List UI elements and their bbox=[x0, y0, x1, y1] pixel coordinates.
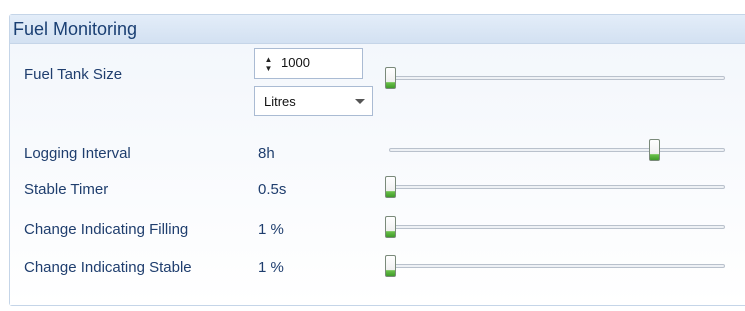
change-stable-value: 1 % bbox=[258, 259, 284, 276]
stable-timer-label: Stable Timer bbox=[24, 181, 109, 198]
spin-up-down-icon[interactable]: ▲ ▼ bbox=[264, 55, 273, 73]
slider-track[interactable] bbox=[385, 225, 725, 229]
slider-thumb[interactable] bbox=[385, 176, 396, 198]
change-filling-value: 1 % bbox=[258, 221, 284, 238]
slider-thumb[interactable] bbox=[385, 67, 396, 89]
fuel-tank-size-spinbox[interactable]: ▲ ▼ 1000 bbox=[254, 48, 363, 79]
fuel-tank-unit-value[interactable]: Litres bbox=[264, 94, 296, 109]
change-filling-slider[interactable] bbox=[385, 216, 725, 238]
stable-timer-value: 0.5s bbox=[258, 181, 287, 198]
change-stable-slider[interactable] bbox=[385, 255, 725, 277]
slider-track[interactable] bbox=[389, 148, 725, 152]
fuel-tank-size-label: Fuel Tank Size bbox=[24, 66, 123, 83]
stable-timer-slider[interactable] bbox=[385, 176, 725, 198]
panel-header: Fuel Monitoring bbox=[10, 15, 745, 44]
logging-interval-label: Logging Interval bbox=[24, 145, 131, 162]
slider-track[interactable] bbox=[385, 76, 725, 80]
slider-thumb[interactable] bbox=[649, 139, 660, 161]
logging-interval-slider[interactable] bbox=[389, 139, 725, 161]
chevron-down-icon[interactable] bbox=[355, 99, 365, 104]
slider-track[interactable] bbox=[385, 264, 725, 268]
change-filling-label: Change Indicating Filling bbox=[24, 221, 189, 238]
logging-interval-value: 8h bbox=[258, 145, 275, 162]
fuel-tank-size-slider[interactable] bbox=[385, 67, 725, 89]
slider-thumb[interactable] bbox=[385, 255, 396, 277]
panel-title: Fuel Monitoring bbox=[13, 19, 138, 39]
fuel-tank-size-value[interactable]: 1000 bbox=[281, 55, 310, 70]
slider-track[interactable] bbox=[385, 185, 725, 189]
fuel-tank-unit-select[interactable]: Litres bbox=[254, 86, 373, 116]
change-stable-label: Change Indicating Stable bbox=[24, 259, 192, 276]
slider-thumb[interactable] bbox=[385, 216, 396, 238]
